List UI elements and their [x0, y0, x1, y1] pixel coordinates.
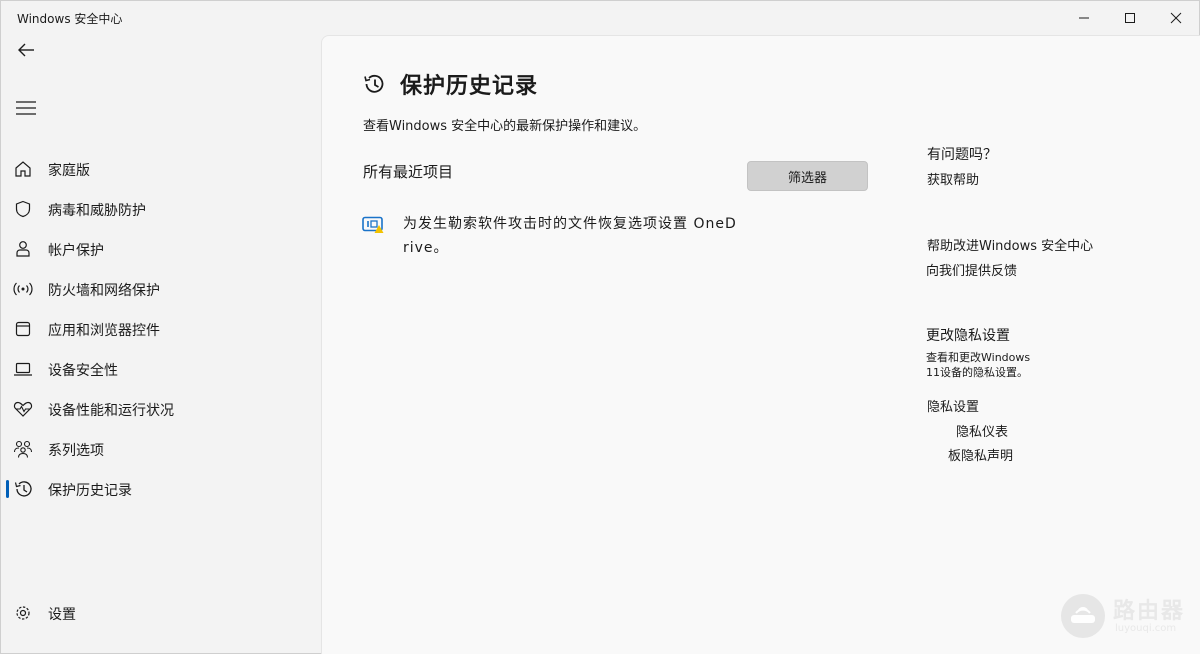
- sidebar-item-label: 设备安全性: [48, 363, 118, 379]
- sidebar-item-label: 应用和浏览器控件: [48, 323, 160, 339]
- section-heading: 所有最近项目: [363, 163, 454, 181]
- sidebar-item-device-performance[interactable]: 设备性能和运行状况: [5, 391, 305, 427]
- title-bar: Windows 安全中心: [1, 1, 1199, 35]
- watermark-url: luyouqi.com: [1115, 623, 1177, 634]
- minimize-button[interactable]: [1061, 1, 1107, 35]
- sidebar-item-firewall[interactable]: 防火墙和网络保护: [5, 271, 305, 307]
- app-window: Windows 安全中心 家庭版 病毒和威胁防护 帐户保护 防火墙和网络保护 应…: [0, 0, 1200, 654]
- watermark-logo: 路由器 luyouqi.com: [1061, 591, 1191, 641]
- close-button[interactable]: [1153, 1, 1199, 35]
- privacy-statement-link[interactable]: 板隐私声明: [948, 445, 1013, 464]
- window-title: Windows 安全中心: [17, 12, 123, 26]
- hamburger-menu-icon: [16, 101, 36, 115]
- feedback-link[interactable]: 向我们提供反馈: [926, 260, 1017, 279]
- sidebar-item-label: 病毒和威胁防护: [48, 203, 146, 219]
- sidebar-item-protection-history[interactable]: 保护历史记录: [5, 471, 305, 507]
- history-icon: [364, 74, 384, 93]
- sidebar-item-label: 系列选项: [48, 443, 104, 459]
- privacy-dashboard-link[interactable]: 隐私仪表: [956, 421, 1008, 440]
- privacy-heading: 更改隐私设置: [926, 328, 1010, 344]
- laptop-icon: [13, 359, 33, 379]
- shield-icon: [13, 199, 33, 219]
- family-icon: [13, 439, 33, 459]
- sidebar-item-label: 帐户保护: [48, 243, 104, 259]
- maximize-button[interactable]: [1107, 1, 1153, 35]
- back-arrow-icon: [18, 43, 34, 57]
- history-icon: [13, 479, 33, 499]
- privacy-settings-link[interactable]: 隐私设置: [927, 396, 979, 415]
- get-help-link[interactable]: 获取帮助: [927, 169, 979, 188]
- menu-button[interactable]: [11, 95, 41, 121]
- sidebar-item-label: 家庭版: [48, 163, 90, 179]
- router-logo-icon: [1061, 594, 1105, 638]
- filter-button[interactable]: 筛选器: [747, 161, 868, 191]
- minimize-icon: [1079, 17, 1089, 19]
- sidebar-item-home[interactable]: 家庭版: [5, 151, 305, 187]
- app-window-icon: [13, 319, 33, 339]
- active-indicator: [6, 480, 9, 498]
- watermark-name: 路由器: [1113, 599, 1186, 624]
- page-subtitle: 查看Windows 安全中心的最新保护操作和建议。: [363, 119, 647, 134]
- person-icon: [13, 239, 33, 259]
- sidebar-item-label: 设备性能和运行状况: [48, 403, 174, 419]
- home-icon: [13, 159, 33, 179]
- gear-icon: [13, 603, 33, 623]
- history-item-text: 为发生勒索软件攻击时的文件恢复选项设置 OneDrive。: [403, 216, 737, 256]
- page-title: 保护历史记录: [400, 74, 539, 99]
- privacy-description-line2: 11设备的隐私设置。: [926, 366, 1028, 379]
- sidebar-item-device-security[interactable]: 设备安全性: [5, 351, 305, 387]
- backup-alert-icon: [362, 216, 384, 233]
- improve-heading: 帮助改进Windows 安全中心: [927, 239, 1094, 254]
- sidebar-item-virus-protection[interactable]: 病毒和威胁防护: [5, 191, 305, 227]
- question-heading: 有问题吗？: [927, 147, 997, 163]
- sidebar-item-settings[interactable]: 设置: [5, 595, 305, 631]
- maximize-icon: [1125, 13, 1135, 23]
- close-icon: [1170, 12, 1182, 24]
- privacy-description-line1: 查看和更改Windows: [926, 351, 1031, 364]
- main-content: 保护历史记录 查看Windows 安全中心的最新保护操作和建议。 所有最近项目 …: [321, 35, 1200, 654]
- sidebar-item-account-protection[interactable]: 帐户保护: [5, 231, 305, 267]
- settings-label: 设置: [48, 607, 76, 623]
- sidebar-item-app-browser-control[interactable]: 应用和浏览器控件: [5, 311, 305, 347]
- sidebar-item-label: 防火墙和网络保护: [48, 283, 160, 299]
- wifi-broadcast-icon: [13, 279, 33, 299]
- sidebar-item-family-options[interactable]: 系列选项: [5, 431, 305, 467]
- heartbeat-icon: [13, 399, 33, 419]
- navigation-sidebar: 家庭版 病毒和威胁防护 帐户保护 防火墙和网络保护 应用和浏览器控件 设备安全性…: [1, 35, 321, 653]
- back-button[interactable]: [11, 37, 41, 63]
- sidebar-item-label: 保护历史记录: [48, 483, 132, 499]
